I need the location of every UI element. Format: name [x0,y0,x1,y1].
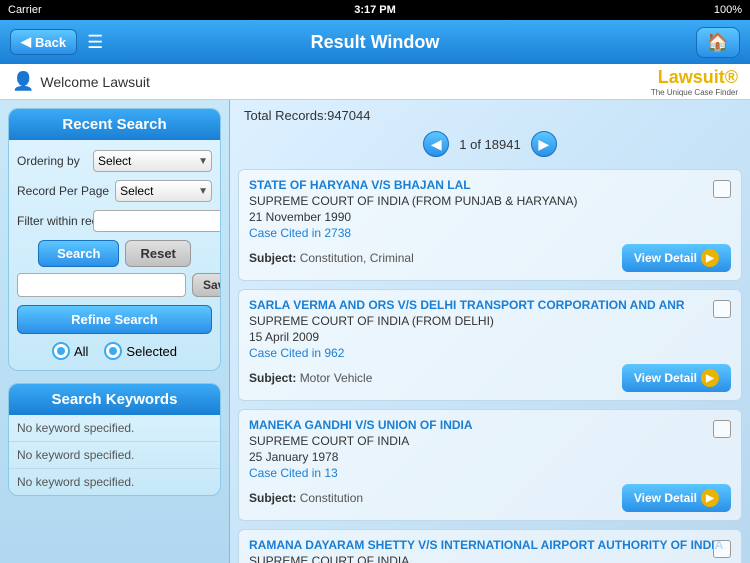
case-entry-1: STATE OF HARYANA V/S BHAJAN LAL SUPREME … [238,169,742,281]
case-footer-1: Subject: Constitution, Criminal View Det… [249,244,731,272]
welcome-bar: 👤 Welcome Lawsuit Lawsuit® The Unique Ca… [0,64,750,100]
radio-row: All Selected [17,342,212,360]
case-entry-3: MANEKA GANDHI V/S UNION OF INDIA SUPREME… [238,409,742,521]
case-footer-2: Subject: Motor Vehicle View Detail ▶ [249,364,731,392]
case-entry-2: SARLA VERMA AND ORS V/S DELHI TRANSPORT … [238,289,742,401]
record-per-page-select-wrapper: Select 10 20 50 100 ▼ [115,180,212,202]
total-records: Total Records:947044 [230,100,750,127]
next-page-button[interactable]: ▶ [531,131,557,157]
nav-title: Result Window [311,32,440,53]
page-info: 1 of 18941 [459,137,520,152]
ordering-label: Ordering by [17,154,87,168]
record-per-page-select[interactable]: Select 10 20 50 100 [115,180,212,202]
view-detail-arrow-icon-2: ▶ [701,369,719,387]
ordering-select-wrapper: Select Date Title Court ▼ [93,150,212,172]
case-title-3[interactable]: MANEKA GANDHI V/S UNION OF INDIA [249,418,731,432]
case-title-2[interactable]: SARLA VERMA AND ORS V/S DELHI TRANSPORT … [249,298,731,312]
case-court-2: SUPREME COURT OF INDIA (FROM DELHI) [249,314,731,328]
radio-all-circle [52,342,70,360]
record-per-page-row: Record Per Page Select 10 20 50 100 ▼ [17,180,212,202]
case-checkbox-3[interactable] [713,420,731,438]
pagination: ◀ 1 of 18941 ▶ [230,127,750,165]
case-subject-2: Subject: Motor Vehicle [249,371,372,385]
filter-row: Filter within record [17,210,212,232]
battery-label: 100% [714,4,742,16]
carrier-label: Carrier [8,4,42,16]
nav-bar: ◀ Back ☰ Result Window 🏠 [0,20,750,64]
radio-selected[interactable]: Selected [104,342,177,360]
case-date-1: 21 November 1990 [249,210,731,224]
case-subject-3: Subject: Constitution [249,491,363,505]
save-row: Save [17,273,212,297]
lawsuit-logo: Lawsuit® The Unique Case Finder [651,67,738,97]
recent-search-body: Ordering by Select Date Title Court ▼ Re… [9,140,220,370]
welcome-text: 👤 Welcome Lawsuit [12,71,150,92]
view-detail-button-1[interactable]: View Detail ▶ [622,244,731,272]
reset-button[interactable]: Reset [125,240,190,267]
keywords-list: No keyword specified. No keyword specifi… [9,415,220,495]
keyword-item-3: No keyword specified. [9,469,220,495]
back-button[interactable]: ◀ Back [10,29,77,55]
back-chevron-icon: ◀ [21,34,31,50]
radio-all[interactable]: All [52,342,88,360]
recent-search-section: Recent Search Ordering by Select Date Ti… [8,108,221,371]
case-date-2: 15 April 2009 [249,330,731,344]
keyword-item-1: No keyword specified. [9,415,220,442]
search-keywords-header: Search Keywords [9,384,220,415]
save-button[interactable]: Save [192,273,221,297]
search-keywords-section: Search Keywords No keyword specified. No… [8,383,221,496]
case-court-3: SUPREME COURT OF INDIA [249,434,731,448]
case-court-1: SUPREME COURT OF INDIA (FROM PUNJAB & HA… [249,194,731,208]
left-panel: Recent Search Ordering by Select Date Ti… [0,100,230,563]
ordering-select[interactable]: Select Date Title Court [93,150,212,172]
home-button[interactable]: 🏠 [696,27,740,58]
recent-search-header: Recent Search [9,109,220,140]
view-detail-arrow-icon-3: ▶ [701,489,719,507]
case-title-4[interactable]: RAMANA DAYARAM SHETTY V/S INTERNATIONAL … [249,538,731,552]
record-per-page-label: Record Per Page [17,184,109,198]
keyword-item-2: No keyword specified. [9,442,220,469]
case-subject-1: Subject: Constitution, Criminal [249,251,414,265]
view-detail-button-3[interactable]: View Detail ▶ [622,484,731,512]
search-reset-row: Search Reset [17,240,212,267]
case-court-4: SUPREME COURT OF INDIA [249,554,731,563]
case-title-1[interactable]: STATE OF HARYANA V/S BHAJAN LAL [249,178,731,192]
case-footer-3: Subject: Constitution View Detail ▶ [249,484,731,512]
prev-page-button[interactable]: ◀ [423,131,449,157]
filter-label: Filter within record [17,214,87,228]
save-input[interactable] [17,273,186,297]
case-cited-2: Case Cited in 962 [249,346,731,360]
radio-selected-circle [104,342,122,360]
status-bar: Carrier 3:17 PM 100% [0,0,750,20]
view-detail-button-2[interactable]: View Detail ▶ [622,364,731,392]
menu-icon[interactable]: ☰ [87,32,103,53]
user-icon: 👤 [12,71,34,92]
case-checkbox-2[interactable] [713,300,731,318]
right-panel: Total Records:947044 ◀ 1 of 18941 ▶ STAT… [230,100,750,563]
ordering-row: Ordering by Select Date Title Court ▼ [17,150,212,172]
case-cited-3: Case Cited in 13 [249,466,731,480]
time-label: 3:17 PM [354,4,396,16]
main-layout: Recent Search Ordering by Select Date Ti… [0,100,750,563]
case-date-3: 25 January 1978 [249,450,731,464]
view-detail-arrow-icon-1: ▶ [701,249,719,267]
refine-search-button[interactable]: Refine Search [17,305,212,334]
case-entry-4: RAMANA DAYARAM SHETTY V/S INTERNATIONAL … [238,529,742,563]
case-checkbox-1[interactable] [713,180,731,198]
case-cited-1: Case Cited in 2738 [249,226,731,240]
search-button[interactable]: Search [38,240,119,267]
filter-input[interactable] [93,210,221,232]
case-checkbox-4[interactable] [713,540,731,558]
